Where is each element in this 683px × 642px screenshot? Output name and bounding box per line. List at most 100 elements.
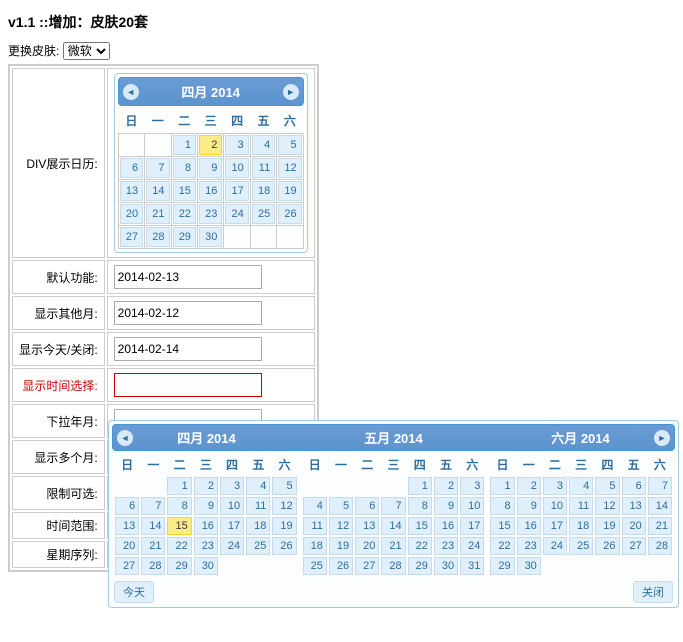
today-button[interactable]: 今天: [114, 581, 154, 603]
day-cell[interactable]: 17: [225, 181, 248, 201]
day-cell[interactable]: 24: [543, 537, 567, 555]
day-cell[interactable]: 22: [167, 537, 191, 555]
day-cell[interactable]: 18: [252, 181, 275, 201]
day-cell[interactable]: 11: [246, 497, 270, 515]
day-cell[interactable]: 23: [434, 537, 458, 555]
day-cell[interactable]: 11: [569, 497, 593, 515]
day-cell[interactable]: 24: [460, 537, 484, 555]
day-cell[interactable]: 19: [329, 537, 353, 555]
day-cell[interactable]: 29: [490, 557, 514, 575]
day-cell[interactable]: 30: [517, 557, 541, 575]
day-cell[interactable]: 2: [517, 477, 541, 495]
day-cell[interactable]: 8: [167, 497, 191, 515]
day-cell[interactable]: 19: [278, 181, 301, 201]
default-input[interactable]: [114, 265, 262, 289]
day-cell[interactable]: 14: [381, 517, 405, 535]
day-cell[interactable]: 22: [490, 537, 514, 555]
day-cell[interactable]: 18: [303, 537, 327, 555]
day-cell[interactable]: 2: [194, 477, 218, 495]
skin-select[interactable]: 微软: [63, 42, 110, 60]
day-cell[interactable]: 6: [622, 477, 646, 495]
timesel-input[interactable]: [114, 373, 262, 397]
day-cell[interactable]: 16: [199, 181, 222, 201]
day-cell[interactable]: 27: [622, 537, 646, 555]
day-cell[interactable]: 12: [278, 158, 301, 178]
day-cell[interactable]: 27: [120, 227, 143, 247]
day-cell[interactable]: 15: [408, 517, 432, 535]
day-cell[interactable]: 15: [490, 517, 514, 535]
day-cell[interactable]: 9: [434, 497, 458, 515]
day-cell[interactable]: 6: [120, 158, 143, 178]
day-cell[interactable]: 8: [408, 497, 432, 515]
day-cell[interactable]: 9: [199, 158, 222, 178]
day-cell[interactable]: 28: [146, 227, 169, 247]
day-cell[interactable]: 18: [569, 517, 593, 535]
day-cell[interactable]: 9: [517, 497, 541, 515]
day-cell[interactable]: 28: [141, 557, 165, 575]
day-cell[interactable]: 5: [278, 135, 301, 155]
day-cell[interactable]: 1: [173, 135, 196, 155]
day-cell[interactable]: 3: [543, 477, 567, 495]
day-cell[interactable]: 12: [595, 497, 619, 515]
day-cell[interactable]: 23: [517, 537, 541, 555]
day-cell[interactable]: 25: [569, 537, 593, 555]
day-cell[interactable]: 17: [460, 517, 484, 535]
day-cell[interactable]: 17: [220, 517, 244, 535]
day-cell[interactable]: 25: [246, 537, 270, 555]
day-cell[interactable]: 3: [460, 477, 484, 495]
day-cell[interactable]: 5: [595, 477, 619, 495]
prev-month-icon[interactable]: ◄: [123, 84, 139, 100]
day-cell[interactable]: 16: [517, 517, 541, 535]
day-cell[interactable]: 11: [303, 517, 327, 535]
day-cell[interactable]: 30: [434, 557, 458, 575]
day-cell[interactable]: 13: [622, 497, 646, 515]
day-cell[interactable]: 10: [543, 497, 567, 515]
day-cell[interactable]: 4: [303, 497, 327, 515]
day-cell[interactable]: 17: [543, 517, 567, 535]
day-cell[interactable]: 1: [490, 477, 514, 495]
day-cell[interactable]: 22: [173, 204, 196, 224]
day-cell[interactable]: 14: [141, 517, 165, 535]
day-cell[interactable]: 4: [252, 135, 275, 155]
day-cell[interactable]: 26: [329, 557, 353, 575]
day-cell[interactable]: 14: [648, 497, 672, 515]
day-cell[interactable]: 12: [272, 497, 296, 515]
close-button[interactable]: 关闭: [633, 581, 673, 603]
day-cell[interactable]: 26: [272, 537, 296, 555]
day-cell[interactable]: 4: [246, 477, 270, 495]
day-cell[interactable]: 21: [381, 537, 405, 555]
day-cell[interactable]: 21: [146, 204, 169, 224]
day-cell[interactable]: 15: [173, 181, 196, 201]
day-cell[interactable]: 16: [194, 517, 218, 535]
day-cell[interactable]: 29: [167, 557, 191, 575]
day-cell[interactable]: 4: [569, 477, 593, 495]
day-cell[interactable]: 6: [355, 497, 379, 515]
popup-next-icon[interactable]: ►: [654, 430, 670, 446]
day-cell[interactable]: 30: [199, 227, 222, 247]
day-cell[interactable]: 2: [434, 477, 458, 495]
day-cell[interactable]: 13: [355, 517, 379, 535]
day-cell[interactable]: 7: [146, 158, 169, 178]
day-cell[interactable]: 8: [490, 497, 514, 515]
othermonth-input[interactable]: [114, 301, 262, 325]
day-cell[interactable]: 21: [141, 537, 165, 555]
day-cell[interactable]: 7: [381, 497, 405, 515]
day-cell[interactable]: 20: [355, 537, 379, 555]
day-cell[interactable]: 13: [115, 517, 139, 535]
day-cell[interactable]: 21: [648, 517, 672, 535]
day-cell[interactable]: 26: [595, 537, 619, 555]
day-cell[interactable]: 26: [278, 204, 301, 224]
day-cell[interactable]: 28: [381, 557, 405, 575]
day-cell[interactable]: 3: [225, 135, 248, 155]
day-cell[interactable]: 16: [434, 517, 458, 535]
day-cell[interactable]: 23: [199, 204, 222, 224]
day-cell[interactable]: 14: [146, 181, 169, 201]
day-cell[interactable]: 2: [199, 135, 222, 155]
day-cell[interactable]: 20: [115, 537, 139, 555]
day-cell[interactable]: 24: [220, 537, 244, 555]
day-cell[interactable]: 3: [220, 477, 244, 495]
day-cell[interactable]: 18: [246, 517, 270, 535]
day-cell[interactable]: 31: [460, 557, 484, 575]
popup-prev-icon[interactable]: ◄: [117, 430, 133, 446]
day-cell[interactable]: 9: [194, 497, 218, 515]
